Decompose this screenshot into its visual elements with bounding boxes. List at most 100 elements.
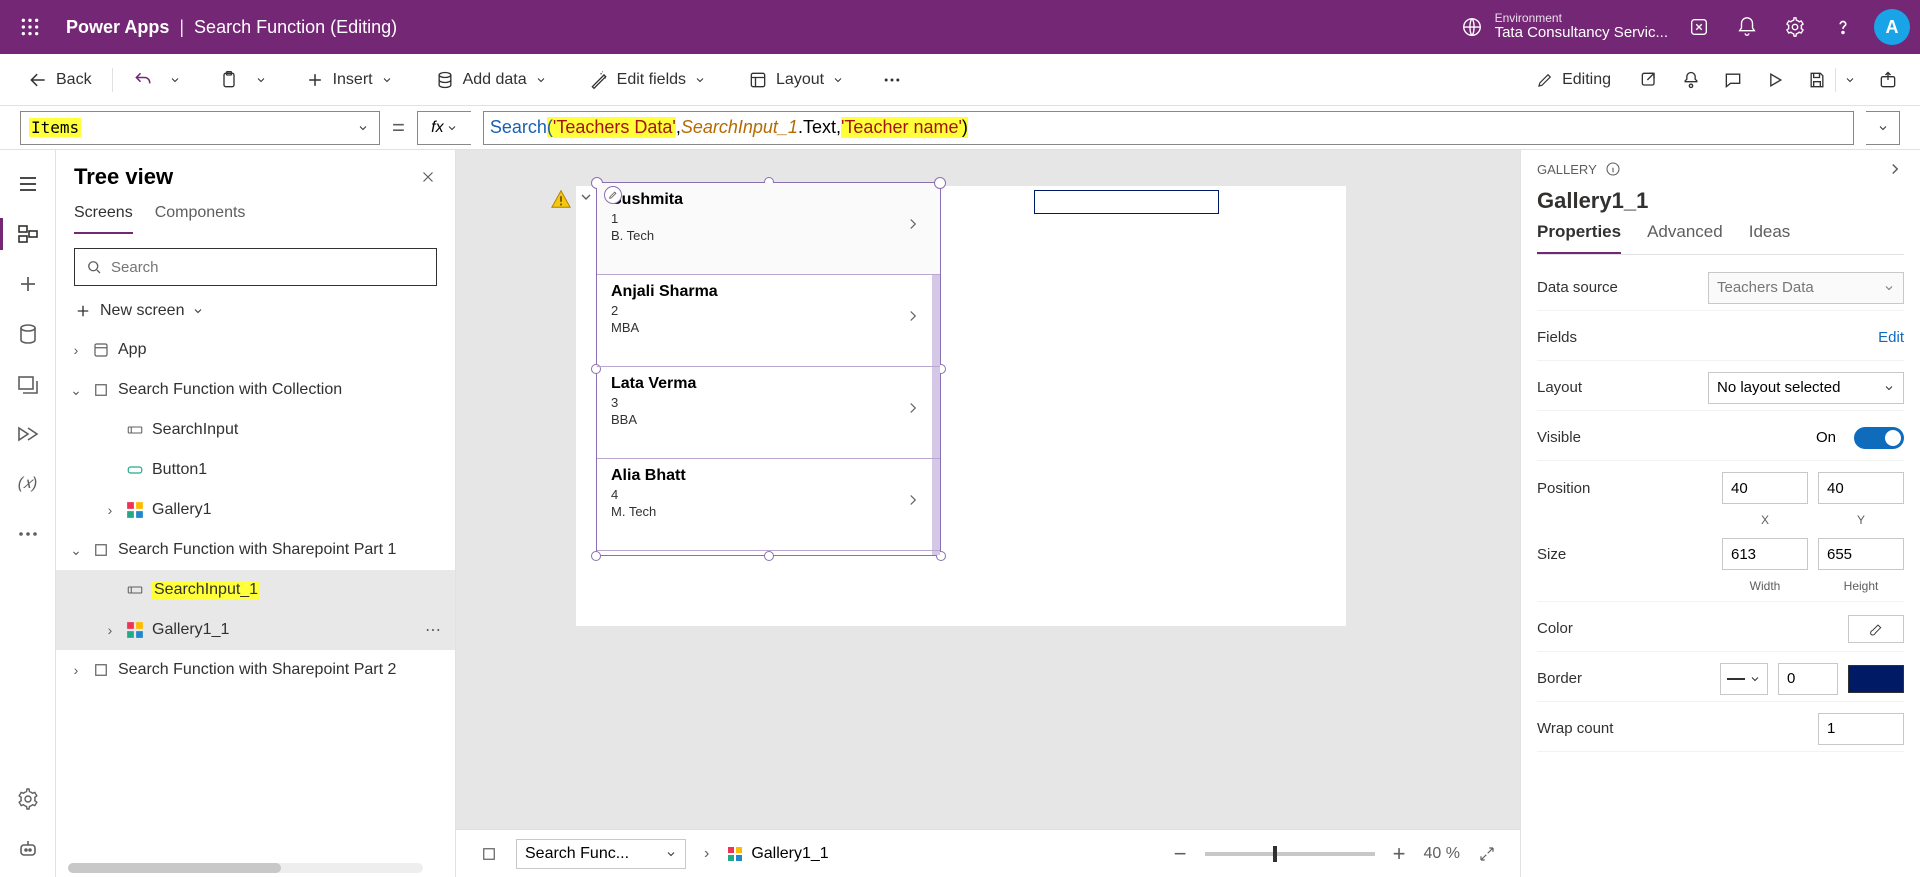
variables-rail-icon[interactable]: (𝑥) bbox=[16, 472, 40, 496]
formula-input[interactable]: Search('Teachers Data', SearchInput_1.Te… bbox=[483, 111, 1854, 145]
tree-search-input[interactable] bbox=[111, 259, 426, 276]
chevron-right-icon[interactable] bbox=[904, 399, 922, 417]
copilot-icon[interactable] bbox=[1688, 16, 1710, 38]
property-selector[interactable]: Items bbox=[20, 111, 380, 145]
edit-fields-button[interactable]: Edit fields bbox=[583, 66, 712, 94]
tab-screens[interactable]: Screens bbox=[74, 204, 133, 234]
layout-button[interactable]: Layout bbox=[742, 66, 850, 94]
zoom-slider[interactable] bbox=[1205, 852, 1375, 856]
app-checker-icon[interactable] bbox=[1681, 70, 1701, 90]
fx-button[interactable]: fx bbox=[417, 111, 471, 145]
back-button[interactable]: Back bbox=[22, 66, 98, 94]
tree-node-screen-collection[interactable]: ⌄ Search Function with Collection bbox=[56, 370, 455, 410]
more-commands-button[interactable] bbox=[876, 66, 908, 94]
layout-icon bbox=[748, 70, 768, 90]
prop-border-color-swatch[interactable] bbox=[1848, 665, 1904, 693]
breadcrumb-screen-label: Search Func... bbox=[525, 845, 629, 863]
tree-node-screen-sp1[interactable]: ⌄ Search Function with Sharepoint Part 1 bbox=[56, 530, 455, 570]
tree-horizontal-scrollbar[interactable] bbox=[68, 863, 423, 873]
paste-menu-chevron[interactable] bbox=[253, 70, 269, 90]
hamburger-icon[interactable] bbox=[16, 172, 40, 196]
gallery-item[interactable]: Alia Bhatt4M. Tech bbox=[597, 459, 940, 551]
media-rail-icon[interactable] bbox=[16, 372, 40, 396]
app-launcher-icon[interactable] bbox=[10, 7, 50, 47]
chevron-right-icon[interactable] bbox=[904, 307, 922, 325]
paste-button[interactable] bbox=[213, 66, 245, 94]
chevron-down-icon bbox=[665, 848, 677, 860]
tree-node-gallery1-1[interactable]: › Gallery1_1 ⋯ bbox=[56, 610, 455, 650]
undo-menu-chevron[interactable] bbox=[167, 70, 183, 90]
search-input-control[interactable] bbox=[1034, 190, 1219, 214]
chevron-right-icon[interactable] bbox=[904, 491, 922, 509]
tree-node-button1[interactable]: Button1 bbox=[56, 450, 455, 490]
gallery-item[interactable]: Anjali Sharma2MBA bbox=[597, 275, 940, 367]
tab-ideas[interactable]: Ideas bbox=[1749, 222, 1791, 254]
prop-layout-select[interactable]: No layout selected bbox=[1708, 372, 1904, 404]
add-data-button[interactable]: Add data bbox=[429, 66, 553, 94]
new-screen-button[interactable]: New screen bbox=[56, 296, 455, 330]
tree-search[interactable] bbox=[74, 248, 437, 286]
prop-datasource-select[interactable]: Teachers Data bbox=[1708, 272, 1904, 304]
tree-node-screen-sp2[interactable]: › Search Function with Sharepoint Part 2 bbox=[56, 650, 455, 690]
prop-visible-toggle[interactable] bbox=[1854, 427, 1904, 449]
chevron-right-icon[interactable] bbox=[1886, 160, 1904, 178]
power-automate-rail-icon[interactable] bbox=[16, 422, 40, 446]
breadcrumb-gallery[interactable]: Gallery1_1 bbox=[727, 845, 828, 863]
chevron-right-icon[interactable] bbox=[904, 215, 922, 233]
editing-label: Editing bbox=[1562, 71, 1611, 89]
prop-position-x-input[interactable]: 40 bbox=[1722, 472, 1808, 504]
prop-border-width-input[interactable]: 0 bbox=[1778, 663, 1838, 695]
chevron-down-icon bbox=[694, 74, 706, 86]
design-canvas[interactable]: Sushmita1B. TechAnjali Sharma2MBALata Ve… bbox=[456, 150, 1520, 829]
tree-node-app[interactable]: › App bbox=[56, 330, 455, 370]
tree-node-searchinput1[interactable]: SearchInput_1 bbox=[56, 570, 455, 610]
prop-fields-edit-link[interactable]: Edit bbox=[1878, 329, 1904, 346]
warning-icon[interactable] bbox=[550, 188, 572, 210]
prop-height-input[interactable]: 655 bbox=[1818, 538, 1904, 570]
save-menu-chevron[interactable] bbox=[1844, 74, 1856, 86]
zoom-in-button[interactable]: + bbox=[1393, 841, 1406, 867]
prop-width-input[interactable]: 613 bbox=[1722, 538, 1808, 570]
breadcrumb-screen-select[interactable]: Search Func... bbox=[516, 839, 686, 869]
editing-mode-button[interactable]: Editing bbox=[1530, 67, 1617, 93]
data-rail-icon[interactable] bbox=[16, 322, 40, 346]
prop-border-style-select[interactable] bbox=[1720, 663, 1768, 695]
insert-button[interactable]: Insert bbox=[299, 66, 399, 94]
info-icon[interactable] bbox=[1605, 161, 1621, 177]
settings-icon[interactable] bbox=[1784, 16, 1806, 38]
undo-button[interactable] bbox=[127, 66, 159, 94]
more-rail-icon[interactable] bbox=[16, 522, 40, 546]
environment-picker[interactable]: Environment Tata Consultancy Servic... bbox=[1461, 12, 1668, 42]
axis-y-label: Y bbox=[1818, 513, 1904, 527]
node-more-icon[interactable]: ⋯ bbox=[425, 620, 441, 640]
comments-icon[interactable] bbox=[1723, 70, 1743, 90]
zoom-out-button[interactable]: − bbox=[1174, 841, 1187, 867]
edit-template-icon[interactable] bbox=[604, 186, 622, 204]
gallery-selection[interactable]: Sushmita1B. TechAnjali Sharma2MBALata Ve… bbox=[596, 182, 941, 556]
user-avatar[interactable]: A bbox=[1874, 9, 1910, 45]
notifications-icon[interactable] bbox=[1736, 16, 1758, 38]
tree-view-icon[interactable] bbox=[16, 222, 40, 246]
tree-node-gallery1[interactable]: › Gallery1 bbox=[56, 490, 455, 530]
tree-node-searchinput[interactable]: SearchInput bbox=[56, 410, 455, 450]
tab-advanced[interactable]: Advanced bbox=[1647, 222, 1723, 254]
virtual-agent-rail-icon[interactable] bbox=[16, 837, 40, 861]
selection-chevron-icon[interactable] bbox=[578, 189, 594, 205]
close-panel-icon[interactable] bbox=[419, 168, 437, 186]
prop-color-picker[interactable] bbox=[1848, 615, 1904, 643]
prop-wrap-input[interactable]: 1 bbox=[1818, 713, 1904, 745]
share-icon[interactable] bbox=[1639, 70, 1659, 90]
fit-to-screen-icon[interactable] bbox=[1478, 845, 1496, 863]
gallery-item[interactable]: Sushmita1B. Tech bbox=[597, 183, 940, 275]
tab-properties[interactable]: Properties bbox=[1537, 222, 1621, 254]
settings-rail-icon[interactable] bbox=[16, 787, 40, 811]
preview-icon[interactable] bbox=[1765, 70, 1785, 90]
formula-expand-button[interactable] bbox=[1866, 111, 1900, 145]
insert-rail-icon[interactable] bbox=[16, 272, 40, 296]
publish-icon[interactable] bbox=[1878, 70, 1898, 90]
help-icon[interactable] bbox=[1832, 16, 1854, 38]
save-icon[interactable] bbox=[1807, 70, 1827, 90]
prop-position-y-input[interactable]: 40 bbox=[1818, 472, 1904, 504]
tab-components[interactable]: Components bbox=[155, 204, 246, 234]
gallery-item[interactable]: Lata Verma3BBA bbox=[597, 367, 940, 459]
